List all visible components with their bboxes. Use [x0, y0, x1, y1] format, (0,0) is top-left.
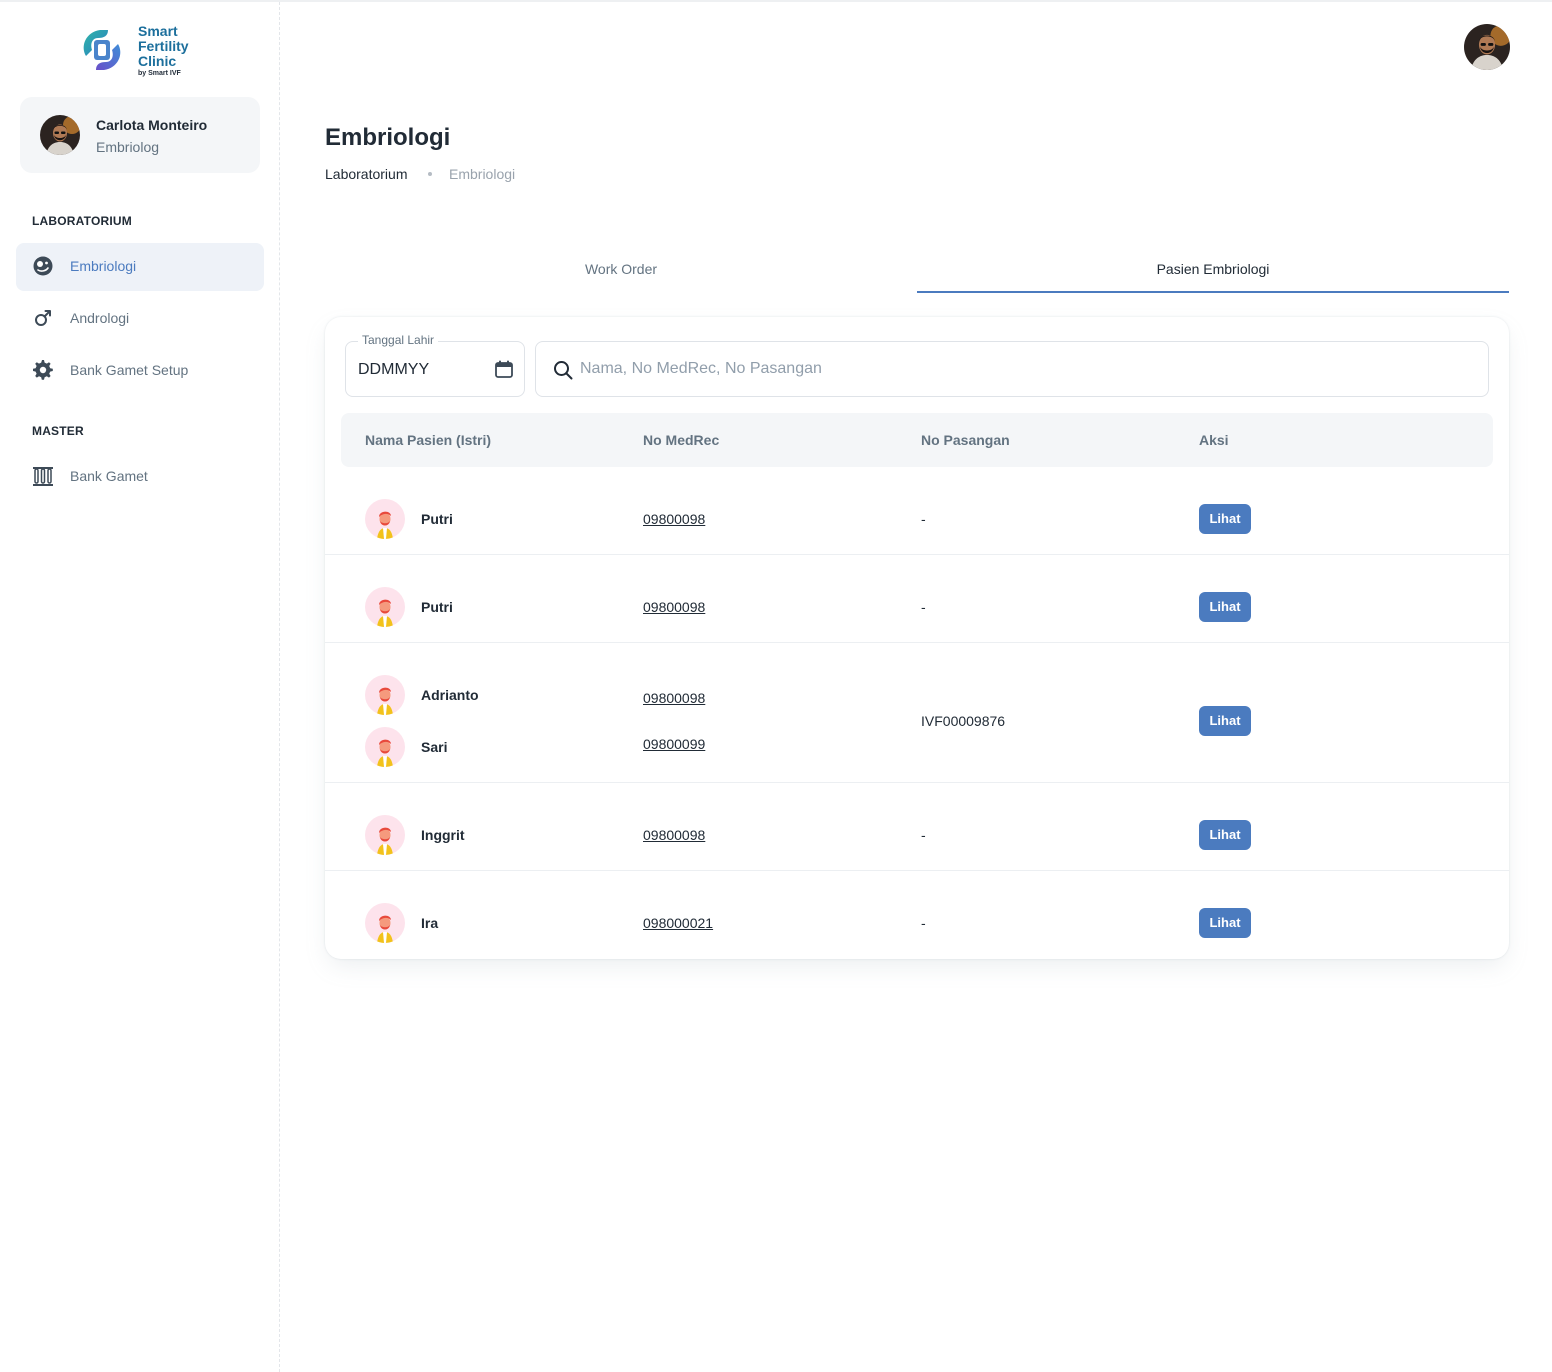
patient-avatar — [365, 499, 405, 539]
medrec-link[interactable]: 098000021 — [643, 915, 713, 931]
patient-avatar-image — [365, 815, 405, 855]
medrec-link[interactable]: 09800099 — [643, 736, 705, 752]
sidebar: Smart Fertility Clinic by Smart IVF Carl… — [0, 2, 280, 1372]
column-header-aksi: Aksi — [1199, 432, 1229, 448]
column-header-pasangan[interactable]: No Pasangan — [921, 432, 1010, 448]
user-avatar — [40, 115, 80, 155]
tab-pasien-embriologi[interactable]: Pasien Embriologi — [917, 245, 1509, 293]
medrec-link[interactable]: 09800098 — [643, 827, 705, 843]
column-header-nama[interactable]: Nama Pasien (Istri) — [365, 432, 491, 448]
tab-work-order[interactable]: Work Order — [325, 245, 917, 293]
column-header-medrec[interactable]: No MedRec — [643, 432, 719, 448]
patient-avatar — [365, 903, 405, 943]
table-row: Inggrit 09800098 - Lihat — [325, 783, 1509, 871]
user-role: Embriolog — [96, 139, 160, 155]
patient-avatar-image — [365, 499, 405, 539]
lihat-button[interactable]: Lihat — [1199, 592, 1251, 622]
patient-avatar — [365, 727, 405, 767]
table-row: Ira 098000021 - Lihat — [325, 871, 1509, 959]
patient-name: Inggrit — [421, 827, 465, 843]
account-avatar[interactable] — [1464, 24, 1510, 70]
sidebar-item-andrologi[interactable]: Andrologi — [16, 295, 264, 343]
patient-avatar — [365, 675, 405, 715]
table-row: Adrianto Sari 09800098 09800099 IVF00009… — [325, 643, 1509, 783]
gear-icon — [33, 360, 53, 380]
patient-name: Adrianto — [421, 687, 479, 703]
logo-line-3: Clinic — [138, 53, 177, 69]
test-tubes-icon — [33, 467, 53, 486]
clinic-logo[interactable]: Smart Fertility Clinic by Smart IVF — [78, 24, 208, 80]
birthdate-label: Tanggal Lahir — [358, 333, 439, 347]
embryo-icon — [33, 256, 53, 276]
sidebar-item-bank-gamet-setup[interactable]: Bank Gamet Setup — [16, 347, 264, 395]
breadcrumb-current: Embriologi — [449, 166, 516, 182]
medrec-link[interactable]: 09800098 — [643, 511, 705, 527]
nav-section-master: MASTER — [32, 424, 84, 438]
patient-avatar — [365, 815, 405, 855]
calendar-icon[interactable] — [494, 359, 514, 379]
user-card[interactable]: Carlota Monteiro Embriolog — [20, 97, 260, 173]
pasangan-value: - — [921, 827, 926, 843]
table-header: Nama Pasien (Istri) No MedRec No Pasanga… — [341, 413, 1493, 467]
account-avatar-image — [1464, 24, 1510, 70]
user-avatar-image — [40, 115, 80, 155]
patient-name: Ira — [421, 915, 439, 931]
user-name: Carlota Monteiro — [96, 117, 208, 133]
patient-name: Putri — [421, 599, 453, 615]
search-field[interactable] — [535, 341, 1489, 397]
sidebar-item-label: Bank Gamet Setup — [70, 362, 189, 378]
logo-tagline: by Smart IVF — [138, 70, 181, 77]
pasangan-value: - — [921, 599, 926, 615]
sidebar-item-label: Bank Gamet — [70, 468, 148, 484]
lihat-button[interactable]: Lihat — [1199, 706, 1251, 736]
logo-mark-icon — [83, 30, 121, 70]
patient-name: Putri — [421, 511, 453, 527]
nav-section-laboratorium: LABORATORIUM — [32, 214, 132, 228]
patient-avatar-image — [365, 587, 405, 627]
table-row: Putri 09800098 - Lihat — [325, 555, 1509, 643]
logo-line-2: Fertility — [138, 38, 189, 54]
pasangan-value: - — [921, 511, 926, 527]
breadcrumb-laboratorium[interactable]: Laboratorium — [325, 166, 408, 182]
male-icon — [35, 310, 51, 326]
patients-card: Tanggal Lahir DDMMYY Nama Pasien (Istri)… — [325, 317, 1509, 959]
logo-line-1: Smart — [138, 23, 178, 39]
medrec-link[interactable]: 09800098 — [643, 690, 705, 706]
breadcrumb-separator — [428, 172, 432, 176]
page-title: Embriologi — [325, 124, 451, 151]
sidebar-item-bank-gamet[interactable]: Bank Gamet — [16, 453, 264, 501]
search-input[interactable] — [580, 352, 1460, 386]
patient-avatar-image — [365, 675, 405, 715]
lihat-button[interactable]: Lihat — [1199, 820, 1251, 850]
medrec-link[interactable]: 09800098 — [643, 599, 705, 615]
birthdate-field[interactable]: Tanggal Lahir DDMMYY — [345, 333, 525, 397]
sidebar-item-embriologi[interactable]: Embriologi — [16, 243, 264, 291]
patient-avatar-image — [365, 903, 405, 943]
search-icon — [554, 361, 573, 380]
lihat-button[interactable]: Lihat — [1199, 504, 1251, 534]
sidebar-item-label: Andrologi — [70, 310, 130, 326]
patient-avatar — [365, 587, 405, 627]
birthdate-value[interactable]: DDMMYY — [358, 361, 429, 379]
lihat-button[interactable]: Lihat — [1199, 908, 1251, 938]
pasangan-value: IVF00009876 — [921, 713, 1006, 729]
logo-wordmark: Smart Fertility Clinic — [138, 24, 189, 69]
pasangan-value: - — [921, 915, 926, 931]
table-row: Putri 09800098 - Lihat — [325, 467, 1509, 555]
patient-avatar-image — [365, 727, 405, 767]
sidebar-item-label: Embriologi — [70, 258, 137, 274]
patient-name: Sari — [421, 739, 448, 755]
